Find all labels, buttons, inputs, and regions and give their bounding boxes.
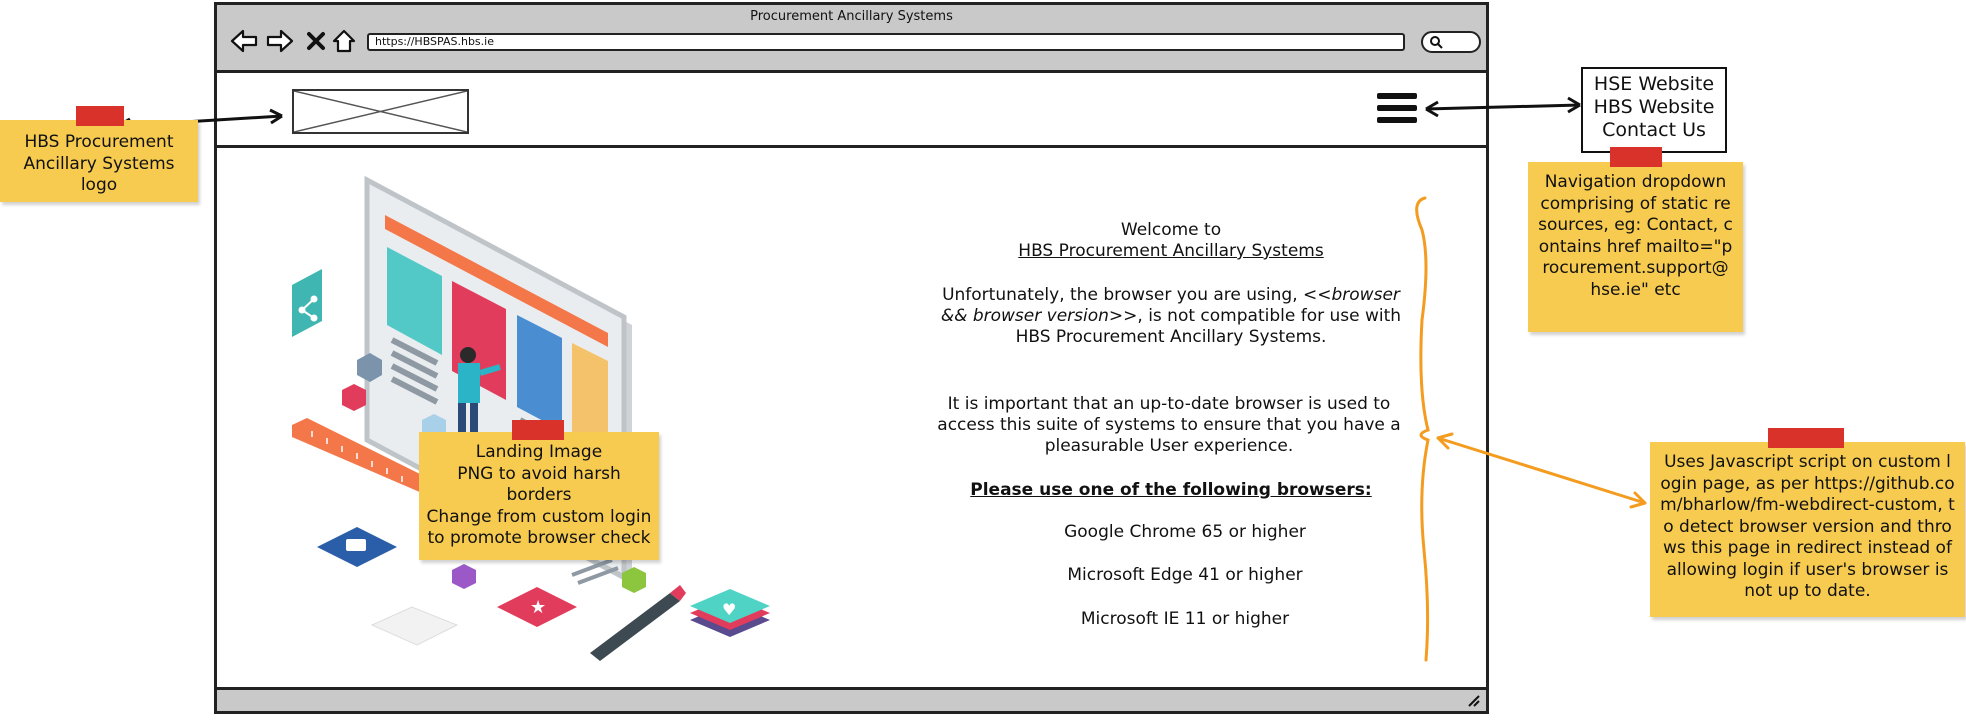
back-icon[interactable] [229,26,259,56]
js-annotation-note: Uses Javascript script on custom login p… [1650,442,1965,617]
search-icon [1430,36,1443,49]
menu-arrow-connector [1425,96,1581,118]
importance-message: It is important that an up-to-date brows… [937,394,1401,456]
svg-text:♥: ♥ [722,600,736,619]
note-line: Change from custom login to promote brow… [426,506,652,549]
forward-icon[interactable] [265,26,295,56]
browser-option-chrome: Google Chrome 65 or higher [1064,522,1306,542]
site-header [217,73,1486,148]
tape [1610,147,1662,167]
hamburger-menu-icon[interactable] [1377,93,1419,131]
tape [76,106,124,126]
browser-titlebar: Procurement Ancillary Systems https://HB… [217,5,1486,73]
stop-icon[interactable] [301,26,331,56]
svg-text:★: ★ [530,597,546,618]
tape [512,420,564,440]
home-icon[interactable] [329,26,359,56]
welcome-text: Welcome to [1120,220,1222,240]
browsers-heading: Please use one of the following browsers… [970,480,1372,500]
nav-item-contact-us[interactable]: Contact Us [1583,119,1725,142]
incompatibility-message: Unfortunately, the browser you are using… [936,285,1406,348]
landing-image-annotation-note: Landing Image PNG to avoid harsh borders… [419,432,659,560]
browser-option-ie: Microsoft IE 11 or higher [1080,609,1290,629]
browser-option-edge: Microsoft Edge 41 or higher [1067,565,1303,585]
browser-statusbar [217,687,1486,711]
logo-placeholder [292,89,469,134]
browser-window: Procurement Ancillary Systems https://HB… [214,2,1489,714]
note-line: PNG to avoid harsh borders [457,463,621,506]
nav-item-hbs-website[interactable]: HBS Website [1583,96,1725,119]
browser-search[interactable] [1421,31,1481,53]
window-title: Procurement Ancillary Systems [750,9,953,24]
nav-annotation-note: Navigation dropdown comprising of static… [1528,162,1743,332]
note-line: Landing Image [475,442,603,462]
resize-grip-icon[interactable] [1466,693,1480,707]
app-name-heading: HBS Procurement Ancillary Systems [1018,241,1324,261]
nav-dropdown-menu: HSE Website HBS Website Contact Us [1581,67,1727,153]
address-bar[interactable]: https://HBSPAS.hbs.ie [367,33,1405,51]
logo-annotation-note: HBS Procurement Ancillary Systems logo [0,120,198,202]
incompat-prefix: Unfortunately, the browser you are using… [942,285,1304,305]
tape [1768,428,1844,448]
nav-item-hse-website[interactable]: HSE Website [1583,73,1725,96]
